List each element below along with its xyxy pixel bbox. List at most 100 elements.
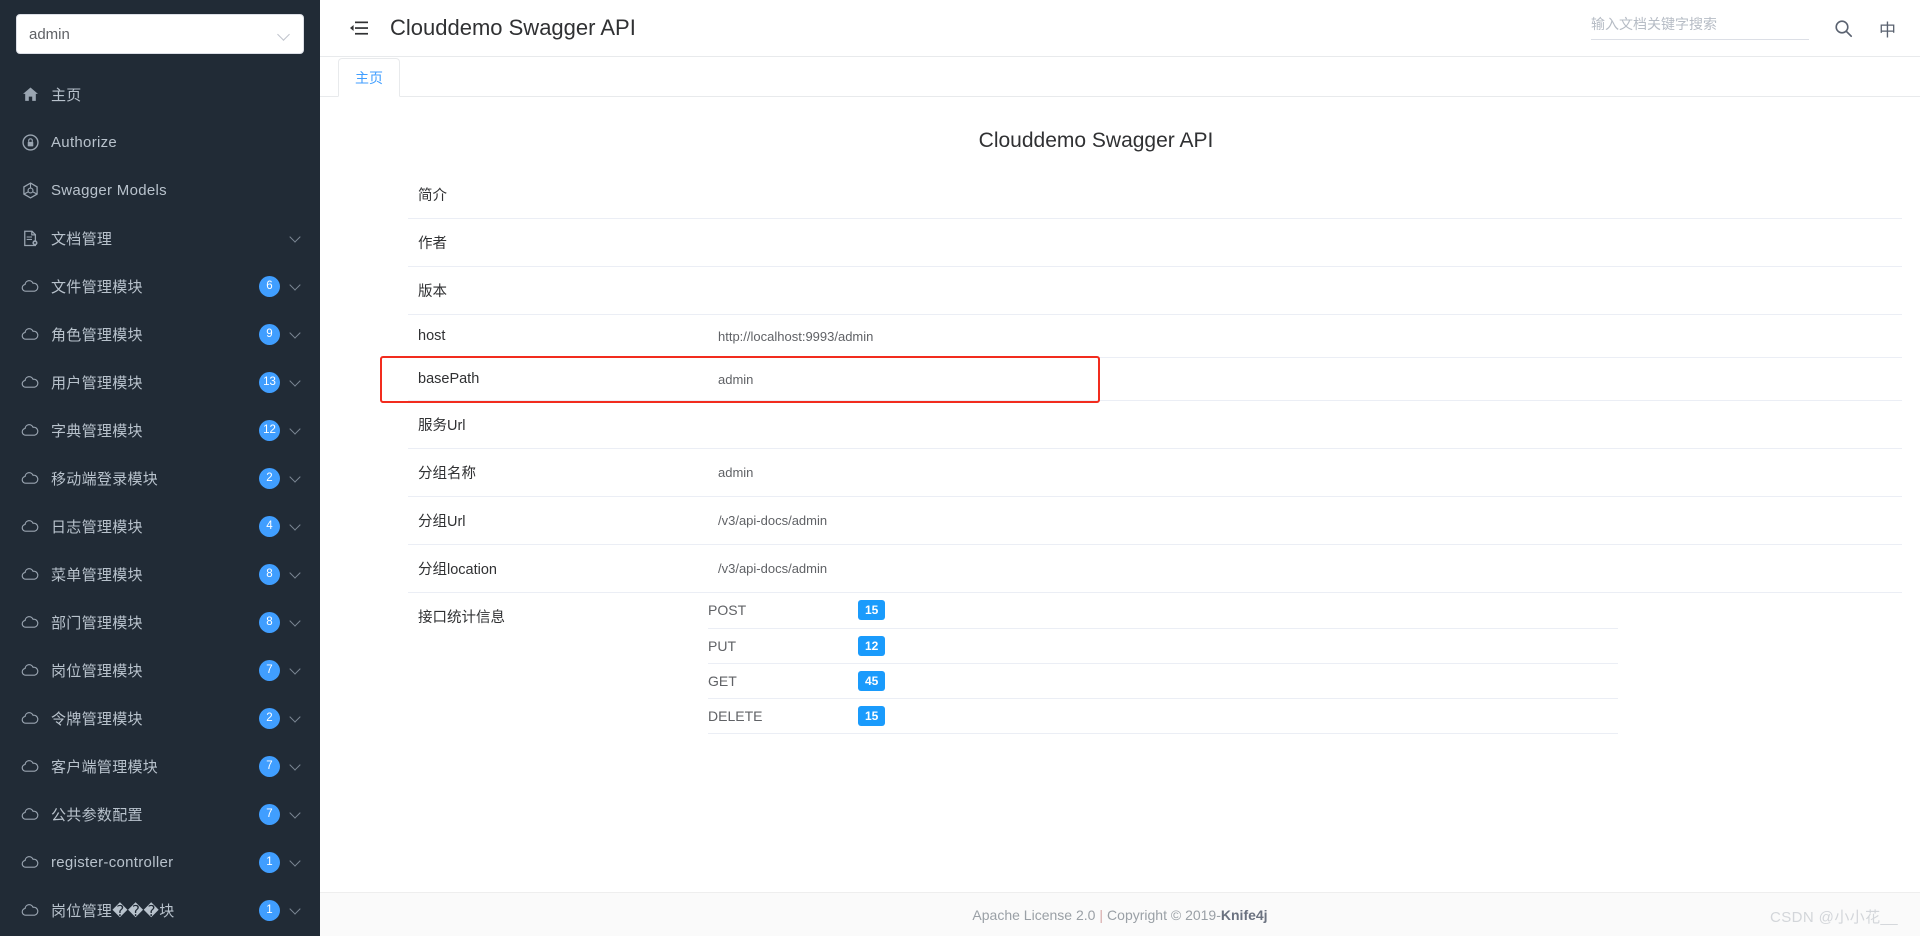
sidebar-item-label: 主页 [51,86,82,104]
info-row: 作者 [408,218,1902,267]
sidebar-item-label: 移动端登录模块 [51,470,159,488]
http-method-count-cell: 45 [858,663,1618,699]
sidebar-item-7[interactable]: 字典管理模块 12 [0,406,320,454]
method-stats-table: POST 15 PUT 12 GET 45 DELETE 15 [708,593,1618,734]
sidebar-item-8[interactable]: 移动端登录模块 2 [0,454,320,502]
method-stats-row: POST 15 [708,593,1618,629]
cloud-icon [20,804,40,824]
sidebar-item-label: 菜单管理模块 [51,566,143,584]
cloud-icon [20,708,40,728]
sidebar-item-label: 岗位管理模块 [51,662,143,680]
stats-label: 接口统计信息 [418,610,505,626]
chevron-down-icon[interactable] [290,328,302,340]
footer: Apache License 2.0 | Copyright © 2019- Kn… [320,892,1920,936]
sidebar-item-16[interactable]: register-controller 1 [0,838,320,886]
cloud-icon [20,420,40,440]
sidebar-item-label: register-controller [51,853,174,871]
info-row-value [708,218,1902,267]
sidebar: admin 主页 Authorize Swagger Models 文档管理文件管理模… [0,0,320,936]
cloud-icon [20,468,40,488]
chevron-down-icon[interactable] [290,472,302,484]
info-row: host http://localhost:9993/admin [408,314,1902,358]
info-row: basePath admin [408,357,1902,401]
search-input[interactable] [1591,16,1809,32]
chevron-down-icon[interactable] [290,616,302,628]
chevron-down-icon[interactable] [290,568,302,580]
sidebar-item-10[interactable]: 菜单管理模块 8 [0,550,320,598]
sidebar-item-badge: 2 [259,707,280,729]
sidebar-item-badge: 6 [259,275,280,297]
cloud-icon [20,660,40,680]
sidebar-item-9[interactable]: 日志管理模块 4 [0,502,320,550]
chevron-down-icon[interactable] [290,808,302,820]
sidebar-item-badge: 12 [259,419,280,441]
sidebar-item-12[interactable]: 岗位管理模块 7 [0,646,320,694]
info-row: 简介 [408,171,1902,219]
chevron-down-icon[interactable] [290,904,302,916]
chevron-down-icon[interactable] [290,424,302,436]
sidebar-item-label: 公共参数配置 [51,806,143,824]
cloud-icon [20,612,40,632]
footer-brand: Knife4j [1220,906,1268,923]
cloud-icon [20,516,40,536]
chevron-down-icon[interactable] [290,280,302,292]
sidebar-item-label: 岗位管理���块 [51,902,175,920]
group-select-wrapper: admin [0,0,320,64]
method-stats-row: PUT 12 [708,628,1618,664]
info-row-value: /v3/api-docs/admin [708,496,1902,545]
info-row-value: http://localhost:9993/admin [708,314,1902,358]
service-group-select[interactable]: admin [16,14,304,54]
sidebar-item-3[interactable]: 文档管理 [0,214,320,262]
info-row-key: 服务Url [408,400,708,449]
topbar-right: 中 [1591,16,1898,41]
http-method-count-cell: 12 [858,628,1618,664]
document-title: Clouddemo Swagger API [978,129,1214,152]
sidebar-item-13[interactable]: 令牌管理模块 2 [0,694,320,742]
footer-separator: | [1099,906,1104,923]
sidebar-item-17[interactable]: 岗位管理���块 1 [0,886,320,934]
watermark: CSDN @小小花__ [1770,909,1898,926]
sidebar-item-1[interactable]: Authorize [0,118,320,166]
chevron-down-icon[interactable] [290,520,302,532]
sidebar-item-6[interactable]: 用户管理模块 13 [0,358,320,406]
info-row-value: admin [708,357,1902,401]
menu-fold-icon[interactable] [346,15,372,41]
sidebar-item-badge: 8 [259,563,280,585]
sidebar-item-label: 文档管理 [51,230,113,248]
cloud-icon [20,324,40,344]
tab-bar: 主页 [320,57,1920,97]
chevron-down-icon[interactable] [290,232,302,244]
sidebar-item-badge: 8 [259,611,280,633]
footer-copyright-word: Copyright [1107,906,1167,923]
http-method-label: PUT [708,628,858,664]
sidebar-item-0[interactable]: 主页 [0,70,320,118]
topbar: Clouddemo Swagger API 中 [320,0,1920,57]
chevron-down-icon[interactable] [290,712,302,724]
chevron-down-icon[interactable] [290,856,302,868]
sidebar-item-badge: 7 [259,659,280,681]
model-icon [20,180,40,200]
sidebar-item-label: 部门管理模块 [51,614,143,632]
footer-license: Apache License 2.0 [972,906,1096,923]
sidebar-item-badge: 4 [259,515,280,537]
sidebar-item-14[interactable]: 客户端管理模块 7 [0,742,320,790]
info-row-key: 分组名称 [408,448,708,497]
language-toggle-button[interactable]: 中 [1877,16,1898,41]
info-row: 分组location/v3/api-docs/admin [408,544,1902,593]
chevron-down-icon[interactable] [290,760,302,772]
sidebar-item-11[interactable]: 部门管理模块 8 [0,598,320,646]
info-row: 分组名称 admin [408,448,1902,497]
tab-home[interactable]: 主页 [338,58,400,97]
search-icon[interactable] [1831,16,1855,40]
info-row: 服务Url [408,400,1902,449]
sidebar-item-label: 角色管理模块 [51,326,143,344]
cloud-icon [20,372,40,392]
sidebar-item-2[interactable]: Swagger Models [0,166,320,214]
sidebar-item-label: Authorize [51,133,118,151]
sidebar-item-15[interactable]: 公共参数配置 7 [0,790,320,838]
chevron-down-icon[interactable] [290,664,302,676]
sidebar-item-4[interactable]: 文件管理模块 6 [0,262,320,310]
info-row-key: 简介 [408,171,708,219]
sidebar-item-5[interactable]: 角色管理模块 9 [0,310,320,358]
chevron-down-icon[interactable] [290,376,302,388]
